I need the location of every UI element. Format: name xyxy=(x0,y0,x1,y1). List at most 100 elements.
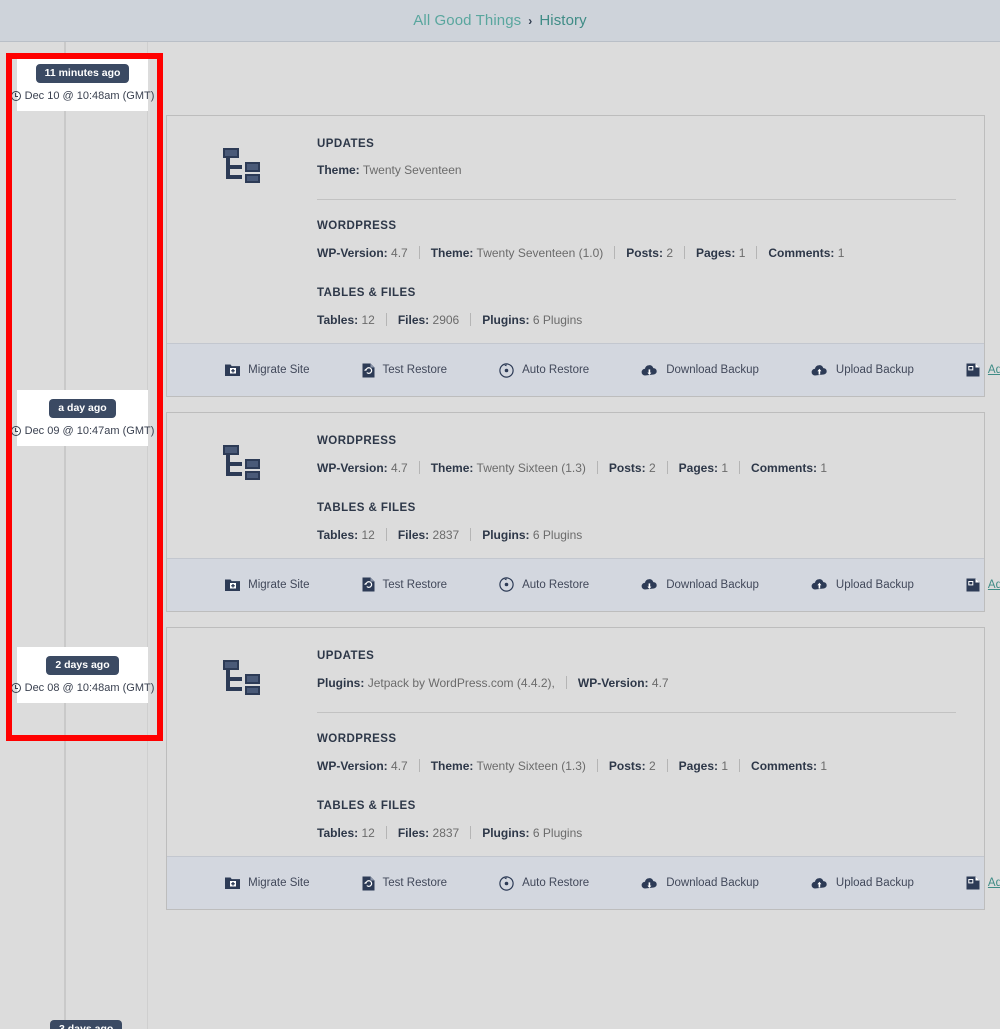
migrate-site-label: Migrate Site xyxy=(248,578,310,591)
field-separator xyxy=(418,461,420,475)
test-restore-label: Test Restore xyxy=(382,877,448,890)
field-tables: Tables: 12 xyxy=(317,527,375,542)
add-note-icon xyxy=(966,876,980,890)
auto-restore-label: Auto Restore xyxy=(522,364,590,377)
chevron-right-icon: › xyxy=(528,13,533,28)
add-note-button[interactable]: Add Note xyxy=(966,876,1000,890)
field-pages: Pages: 1 xyxy=(678,759,729,774)
backup-tree-icon xyxy=(222,443,262,544)
timeline-entry[interactable]: 2 days ago Dec 08 @ 10:48am (GMT) xyxy=(10,647,154,703)
backup-card[interactable]: WORDPRESS WP-Version: 4.7 Theme: Twenty … xyxy=(166,412,1000,612)
breadcrumb-site-link[interactable]: All Good Things xyxy=(413,12,521,29)
add-note-icon xyxy=(966,363,980,377)
section-title-tables-files: TABLES & FILES xyxy=(317,799,416,812)
test-restore-button[interactable]: Test Restore xyxy=(362,876,448,891)
migrate-site-button[interactable]: Migrate Site xyxy=(225,363,310,377)
backup-card-content: UPDATES Plugins: Jetpack by WordPress.co… xyxy=(317,650,984,842)
upload-backup-button[interactable]: Upload Backup xyxy=(811,578,914,591)
upload-backup-button[interactable]: Upload Backup xyxy=(811,364,914,377)
download-backup-button[interactable]: Download Backup xyxy=(641,364,759,377)
add-note-button[interactable]: Add Note xyxy=(966,363,1000,377)
backup-list: UPDATES Theme: Twenty Seventeen WORDPRES… xyxy=(166,115,1000,925)
migrate-site-button[interactable]: Migrate Site xyxy=(225,578,310,592)
field-pages: Pages: 1 xyxy=(696,246,746,261)
field-wp-version: WP-Version: 4.7 xyxy=(317,246,408,261)
backup-card-content: WORDPRESS WP-Version: 4.7 Theme: Twenty … xyxy=(317,435,984,544)
backup-card-icon-column xyxy=(167,435,317,544)
page-body: 11 minutes ago Dec 10 @ 10:48am (GMT) a … xyxy=(0,42,1000,1029)
backup-action-bar: Migrate Site Test Restore Auto Restore D… xyxy=(167,856,1000,910)
auto-restore-button[interactable]: Auto Restore xyxy=(499,362,590,378)
backup-card-content: UPDATES Theme: Twenty Seventeen WORDPRES… xyxy=(317,138,984,329)
backup-card-icon-column xyxy=(167,650,317,842)
backup-tree-icon xyxy=(222,658,262,842)
tables-files-section: TABLES & FILES Tables: 12 Files: 2906 Pl… xyxy=(317,287,956,329)
test-restore-icon xyxy=(362,363,375,378)
tables-files-section: TABLES & FILES Tables: 12 Files: 2837 Pl… xyxy=(317,800,956,842)
top-bar: All Good Things › History xyxy=(0,0,1000,42)
field-theme: Theme: Twenty Sixteen (1.3) xyxy=(430,461,586,476)
breadcrumb: All Good Things › History xyxy=(413,12,586,29)
migrate-site-button[interactable]: Migrate Site xyxy=(225,876,310,890)
field-files: Files: 2906 xyxy=(397,312,460,327)
auto-restore-button[interactable]: Auto Restore xyxy=(499,875,589,891)
field-separator xyxy=(684,246,685,260)
wordpress-line: WP-Version: 4.7 Theme: Twenty Sixteen (1… xyxy=(317,757,956,775)
section-title-wordpress: WORDPRESS xyxy=(317,220,397,233)
section-divider xyxy=(317,199,956,201)
upload-backup-button[interactable]: Upload Backup xyxy=(811,877,914,890)
field-files: Files: 2837 xyxy=(397,825,460,840)
wordpress-line: WP-Version: 4.7 Theme: Twenty Seventeen … xyxy=(317,244,956,262)
test-restore-button[interactable]: Test Restore xyxy=(362,363,448,378)
download-cloud-icon xyxy=(641,877,658,890)
field-pages: Pages: 1 xyxy=(678,461,729,476)
timeline-rail: 11 minutes ago Dec 10 @ 10:48am (GMT) a … xyxy=(0,42,160,1029)
backup-card[interactable]: UPDATES Plugins: Jetpack by WordPress.co… xyxy=(166,626,1000,911)
backup-card-body: UPDATES Theme: Twenty Seventeen WORDPRES… xyxy=(167,116,984,343)
timeline-relative-badge: a day ago xyxy=(49,399,116,418)
upload-cloud-icon xyxy=(811,578,828,591)
field-files: Files: 2837 xyxy=(397,527,460,542)
tables-files-line: Tables: 12 Files: 2837 Plugins: 6 Plugin… xyxy=(317,526,956,544)
backup-card[interactable]: UPDATES Theme: Twenty Seventeen WORDPRES… xyxy=(166,115,1000,398)
timeline-trailing-badge: 3 days ago xyxy=(50,1020,123,1029)
add-note-button[interactable]: Add Note xyxy=(966,578,1000,592)
field-separator xyxy=(739,759,741,773)
timeline-date-label: Dec 10 @ 10:48am (GMT) xyxy=(24,89,155,102)
field-theme: Theme: Twenty Seventeen (1.0) xyxy=(430,246,604,261)
migrate-site-label: Migrate Site xyxy=(248,364,310,377)
upload-backup-label: Upload Backup xyxy=(835,877,914,890)
auto-restore-button[interactable]: Auto Restore xyxy=(499,577,590,593)
field-comments: Comments: 1 xyxy=(751,759,828,774)
wordpress-section: WORDPRESS WP-Version: 4.7 Theme: Twenty … xyxy=(317,733,956,775)
download-backup-label: Download Backup xyxy=(666,578,759,591)
tables-files-line: Tables: 12 Files: 2837 Plugins: 6 Plugin… xyxy=(317,824,956,842)
field-wp-version: WP-Version: 4.7 xyxy=(577,675,669,690)
clock-icon xyxy=(10,425,21,436)
timeline-entry[interactable]: 11 minutes ago Dec 10 @ 10:48am (GMT) xyxy=(10,55,154,111)
field-separator xyxy=(596,759,598,773)
field-separator xyxy=(596,461,598,475)
updates-section: UPDATES Plugins: Jetpack by WordPress.co… xyxy=(317,650,956,692)
section-title-tables-files: TABLES & FILES xyxy=(317,501,416,514)
field-separator xyxy=(666,461,668,475)
auto-restore-label: Auto Restore xyxy=(522,578,590,591)
test-restore-label: Test Restore xyxy=(382,364,448,377)
section-title-wordpress: WORDPRESS xyxy=(317,733,397,746)
field-posts: Posts: 2 xyxy=(608,461,656,476)
field-posts: Posts: 2 xyxy=(608,759,656,774)
test-restore-button[interactable]: Test Restore xyxy=(362,577,447,592)
field-separator xyxy=(385,825,387,839)
breadcrumb-current[interactable]: History xyxy=(539,12,586,29)
download-cloud-icon xyxy=(641,578,658,591)
field-tables: Tables: 12 xyxy=(317,825,375,840)
field-wp-version: WP-Version: 4.7 xyxy=(317,461,408,476)
timeline-date: Dec 09 @ 10:47am (GMT) xyxy=(10,425,154,437)
tables-files-line: Tables: 12 Files: 2906 Plugins: 6 Plugin… xyxy=(317,311,956,329)
download-backup-button[interactable]: Download Backup xyxy=(641,578,759,591)
field-separator xyxy=(418,759,420,773)
timeline-entry[interactable]: a day ago Dec 09 @ 10:47am (GMT) xyxy=(10,390,154,446)
wordpress-section: WORDPRESS WP-Version: 4.7 Theme: Twenty … xyxy=(317,435,956,477)
updates-section: UPDATES Theme: Twenty Seventeen xyxy=(317,138,956,179)
download-backup-button[interactable]: Download Backup xyxy=(641,877,759,890)
